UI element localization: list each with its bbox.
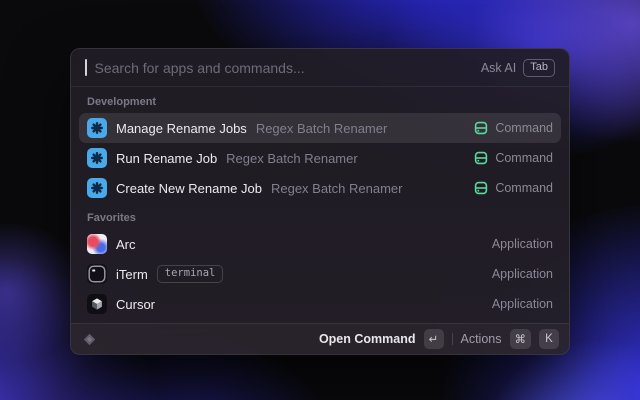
item-subtitle: Regex Batch Renamer — [256, 121, 388, 136]
raycast-logo-icon — [81, 331, 98, 348]
k-key-badge: K — [539, 329, 559, 349]
item-title: Create New Rename Job — [116, 181, 262, 196]
list-item-create-new-rename-job[interactable]: Create New Rename Job Regex Batch Rename… — [79, 173, 561, 203]
cmd-key-badge: ⌘ — [510, 329, 532, 349]
item-type: Command — [495, 151, 553, 165]
item-meta: Command — [474, 121, 553, 135]
item-type: Command — [495, 181, 553, 195]
item-type: Command — [495, 121, 553, 135]
item-type: Application — [492, 297, 553, 311]
search-input[interactable] — [95, 60, 473, 76]
list-item-iterm[interactable]: iTerm terminal Application — [79, 259, 561, 289]
tab-key-badge: Tab — [523, 59, 555, 77]
item-title: Arc — [116, 237, 136, 252]
regex-batch-renamer-icon — [87, 178, 107, 198]
footer-divider — [452, 333, 453, 345]
list-item-cursor[interactable]: Cursor Application — [79, 289, 561, 319]
command-icon — [474, 121, 488, 135]
item-title: Manage Rename Jobs — [116, 121, 247, 136]
item-meta: Command — [474, 181, 553, 195]
item-meta: Command — [474, 151, 553, 165]
list-item-arc[interactable]: Arc Application — [79, 229, 561, 259]
item-subtitle: Regex Batch Renamer — [226, 151, 358, 166]
results-list: Development Manage Rename Jobs Regex Bat… — [71, 87, 569, 323]
item-title: Cursor — [116, 297, 155, 312]
action-bar: Open Command ↵ Actions ⌘ K — [71, 323, 569, 354]
item-meta: Application — [492, 297, 553, 311]
text-caret — [85, 59, 87, 76]
search-bar: Ask AI Tab — [71, 49, 569, 87]
item-subtitle: Regex Batch Renamer — [271, 181, 403, 196]
iterm-app-icon — [87, 264, 107, 284]
cursor-app-icon — [87, 294, 107, 314]
open-command-button[interactable]: Open Command — [319, 332, 416, 346]
actions-menu-button[interactable]: Actions — [461, 332, 502, 346]
command-icon — [474, 181, 488, 195]
list-item-manage-rename-jobs[interactable]: Manage Rename Jobs Regex Batch Renamer C… — [79, 113, 561, 143]
item-type: Application — [492, 267, 553, 281]
item-title: Run Rename Job — [116, 151, 217, 166]
regex-batch-renamer-icon — [87, 118, 107, 138]
regex-batch-renamer-icon — [87, 148, 107, 168]
launcher-window: Ask AI Tab Development Manage Rename Job… — [70, 48, 570, 355]
item-meta: Application — [492, 237, 553, 251]
command-icon — [474, 151, 488, 165]
item-title: iTerm — [116, 267, 148, 282]
return-key-badge: ↵ — [424, 329, 444, 349]
footer-actions-group: Open Command ↵ Actions ⌘ K — [319, 329, 559, 349]
list-item-run-rename-job[interactable]: Run Rename Job Regex Batch Renamer Comma… — [79, 143, 561, 173]
item-type: Application — [492, 237, 553, 251]
ask-ai-button[interactable]: Ask AI Tab — [481, 59, 555, 77]
arc-app-icon — [87, 234, 107, 254]
section-header-favorites: Favorites — [79, 203, 561, 229]
ask-ai-label: Ask AI — [481, 61, 516, 75]
item-meta: Application — [492, 267, 553, 281]
terminal-tag: terminal — [157, 265, 224, 283]
section-header-development: Development — [79, 87, 561, 113]
